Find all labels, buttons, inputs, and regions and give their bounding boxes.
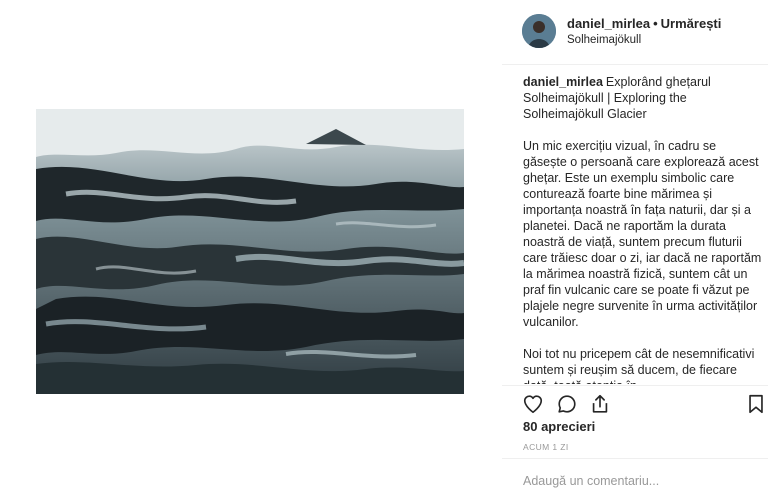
caption-scroll-area[interactable]: daniel_mirlea Explorând ghețarul Solheima…	[523, 74, 763, 384]
post-header: daniel_mirlea • Urmărești Solheimajökull	[502, 0, 768, 65]
caption-first-paragraph: daniel_mirlea Explorând ghețarul Solheima…	[523, 74, 763, 122]
comment-input[interactable]	[523, 471, 753, 491]
following-button[interactable]: Urmărești	[661, 16, 722, 31]
heart-icon[interactable]	[522, 393, 544, 415]
caption-paragraph-1: Un mic exercițiu vizual, în cadru se găs…	[523, 139, 762, 329]
glacier-photo-graphic	[36, 109, 464, 394]
avatar[interactable]	[522, 14, 556, 48]
comment-bubble-icon[interactable]	[556, 393, 578, 415]
comment-row	[502, 458, 768, 502]
post-viewer: daniel_mirlea • Urmărești Solheimajökull d…	[0, 0, 768, 502]
likes-count[interactable]: 80 aprecieri	[523, 419, 595, 434]
media-panel	[0, 0, 502, 502]
caption-paragraph-2: Noi tot nu pricepem cât de nesemnificati…	[523, 347, 755, 384]
header-separator: •	[653, 16, 658, 31]
avatar-image	[522, 14, 556, 48]
post-photo[interactable]	[36, 109, 464, 394]
header-name-line: daniel_mirlea • Urmărești	[567, 16, 721, 31]
header-username[interactable]: daniel_mirlea	[567, 16, 650, 31]
location-link[interactable]: Solheimajökull	[567, 34, 641, 46]
share-icon[interactable]	[589, 393, 611, 415]
bookmark-icon[interactable]	[745, 393, 767, 415]
caption-username[interactable]: daniel_mirlea	[523, 75, 603, 89]
post-sidebar: daniel_mirlea • Urmărești Solheimajökull d…	[502, 0, 768, 502]
post-timestamp: ACUM 1 ZI	[523, 442, 569, 452]
action-bar	[502, 385, 768, 422]
